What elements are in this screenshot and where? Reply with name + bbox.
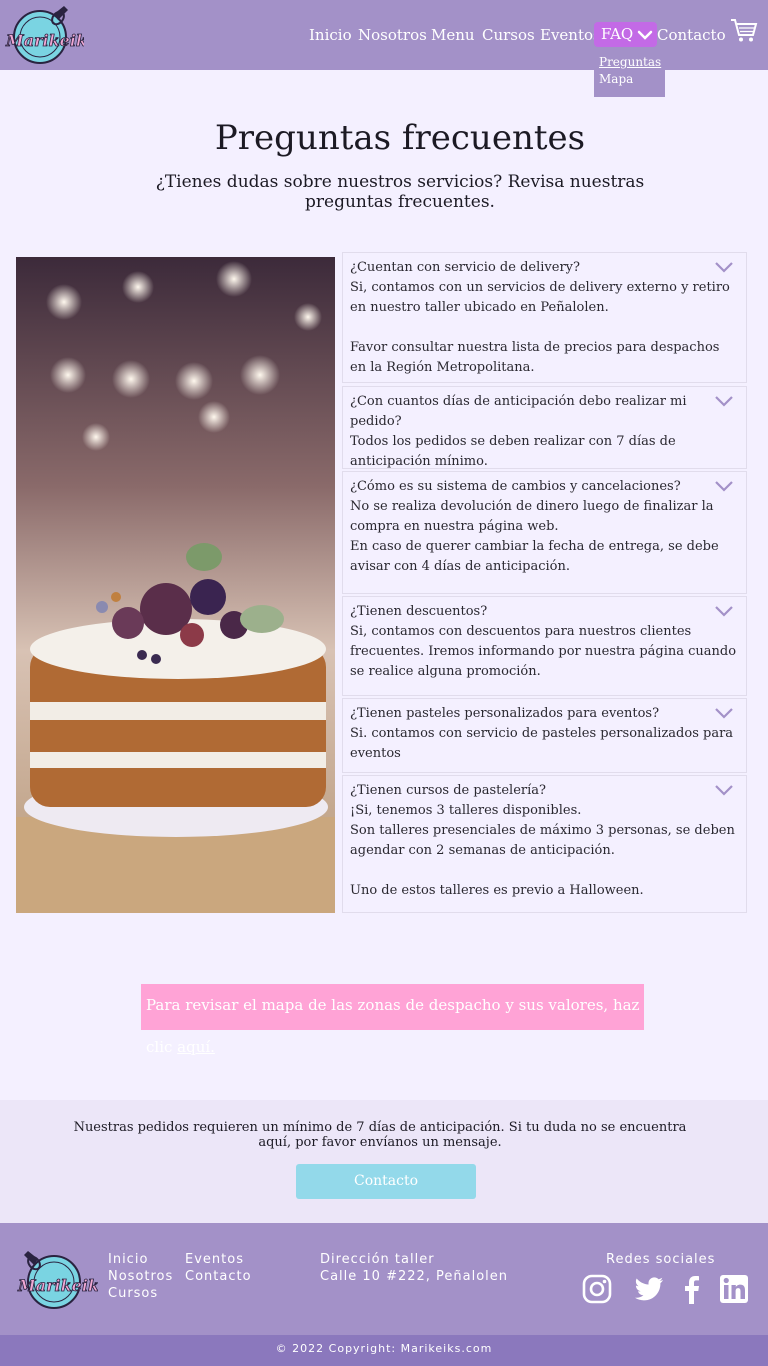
page-subtitle: ¿Tienes dudas sobre nuestros servicios? … [155,172,645,212]
faq-item-anticipacion[interactable]: ¿Con cuantos días de anticipación debo r… [342,386,747,469]
twitter-icon[interactable] [633,1273,665,1305]
faq-question[interactable]: ¿Tienen descuentos? [350,602,739,622]
linkedin-icon[interactable] [718,1273,750,1305]
chevron-down-icon[interactable] [714,395,734,407]
footer-logo[interactable]: Marikeiks [14,1249,108,1313]
faq-item-eventos[interactable]: ¿Tienen pasteles personalizados para eve… [342,698,747,773]
footer: Marikeiks Inicio Nosotros Cursos Eventos… [0,1223,768,1335]
faq-answer: Todos los pedidos se deben realizar con … [350,434,676,469]
nav-inicio[interactable]: Inicio [309,22,352,48]
nav-nosotros[interactable]: Nosotros [358,22,427,48]
faq-answer: Si, contamos con descuentos para nuestro… [350,624,737,679]
contact-band: Nuestras pedidos requieren un mínimo de … [0,1100,768,1223]
contact-text: Nuestras pedidos requieren un mínimo de … [73,1120,687,1150]
faq-item-cursos[interactable]: ¿Tienen cursos de pastelería? ¡Si, tenem… [342,775,747,913]
footer-eventos[interactable]: Eventos [185,1252,244,1267]
faq-item-delivery[interactable]: ¿Cuentan con servicio de delivery? Si, c… [342,252,747,383]
footer-nosotros[interactable]: Nosotros [108,1269,173,1284]
footer-social-title: Redes sociales [606,1252,716,1267]
chevron-down-icon[interactable] [714,784,734,796]
nav-eventos[interactable]: Eventos [540,22,601,48]
footer-brand-text: Marikeiks [17,1276,98,1295]
faq-answer: ¡Si, tenemos 3 talleres disponibles. Son… [350,803,735,898]
nav-menu[interactable]: Menu [431,22,475,48]
dropdown-preguntas[interactable]: Preguntas [599,55,661,69]
nav-contacto[interactable]: Contacto [657,22,726,48]
faq-question[interactable]: ¿Tienen pasteles personalizados para eve… [350,704,739,724]
dropdown-mapa[interactable]: Mapa [599,72,633,86]
copyright: © 2022 Copyright: Marikeiks.com [275,1342,493,1355]
nav-faq[interactable]: FAQ [594,22,657,47]
copyright-bar: © 2022 Copyright: Marikeiks.com [0,1335,768,1366]
faq-question[interactable]: ¿Cómo es su sistema de cambios y cancela… [350,477,739,497]
faq-question[interactable]: ¿Con cuantos días de anticipación debo r… [350,392,739,432]
faq-item-cambios[interactable]: ¿Cómo es su sistema de cambios y cancela… [342,471,747,594]
nav-faq-label: FAQ [601,25,634,43]
footer-contacto[interactable]: Contacto [185,1269,252,1284]
footer-inicio[interactable]: Inicio [108,1252,148,1267]
faq-item-descuentos[interactable]: ¿Tienen descuentos? Si, contamos con des… [342,596,747,696]
faq-answer: Si, contamos con un servicios de deliver… [350,280,730,375]
cake-image [16,257,335,913]
map-note-text: Para revisar el mapa de las zonas de des… [146,996,640,1056]
chevron-down-icon [637,30,653,40]
footer-address: Calle 10 #222, Peñalolen [320,1269,509,1284]
page-title: Preguntas frecuentes [214,118,586,158]
chevron-down-icon[interactable] [714,605,734,617]
chevron-down-icon[interactable] [714,480,734,492]
chevron-down-icon[interactable] [714,261,734,273]
faq-answer: No se realiza devolución de dinero luego… [350,499,719,574]
nav-cursos[interactable]: Cursos [482,22,535,48]
faq-question[interactable]: ¿Cuentan con servicio de delivery? [350,258,739,278]
map-note: Para revisar el mapa de las zonas de des… [141,984,644,1056]
faq-dropdown: Preguntas Mapa [594,52,665,97]
faq-answer: Si. contamos con servicio de pasteles pe… [350,726,734,761]
chevron-down-icon[interactable] [714,707,734,719]
cart-icon[interactable] [730,16,758,44]
faq-question[interactable]: ¿Tienen cursos de pastelería? [350,781,739,801]
map-link[interactable]: aquí. [177,1038,215,1056]
footer-address-title: Dirección taller [320,1252,435,1267]
footer-cursos[interactable]: Cursos [108,1286,158,1301]
instagram-icon[interactable] [581,1273,613,1305]
contact-button[interactable]: Contacto [296,1164,476,1199]
facebook-icon[interactable] [676,1273,708,1305]
